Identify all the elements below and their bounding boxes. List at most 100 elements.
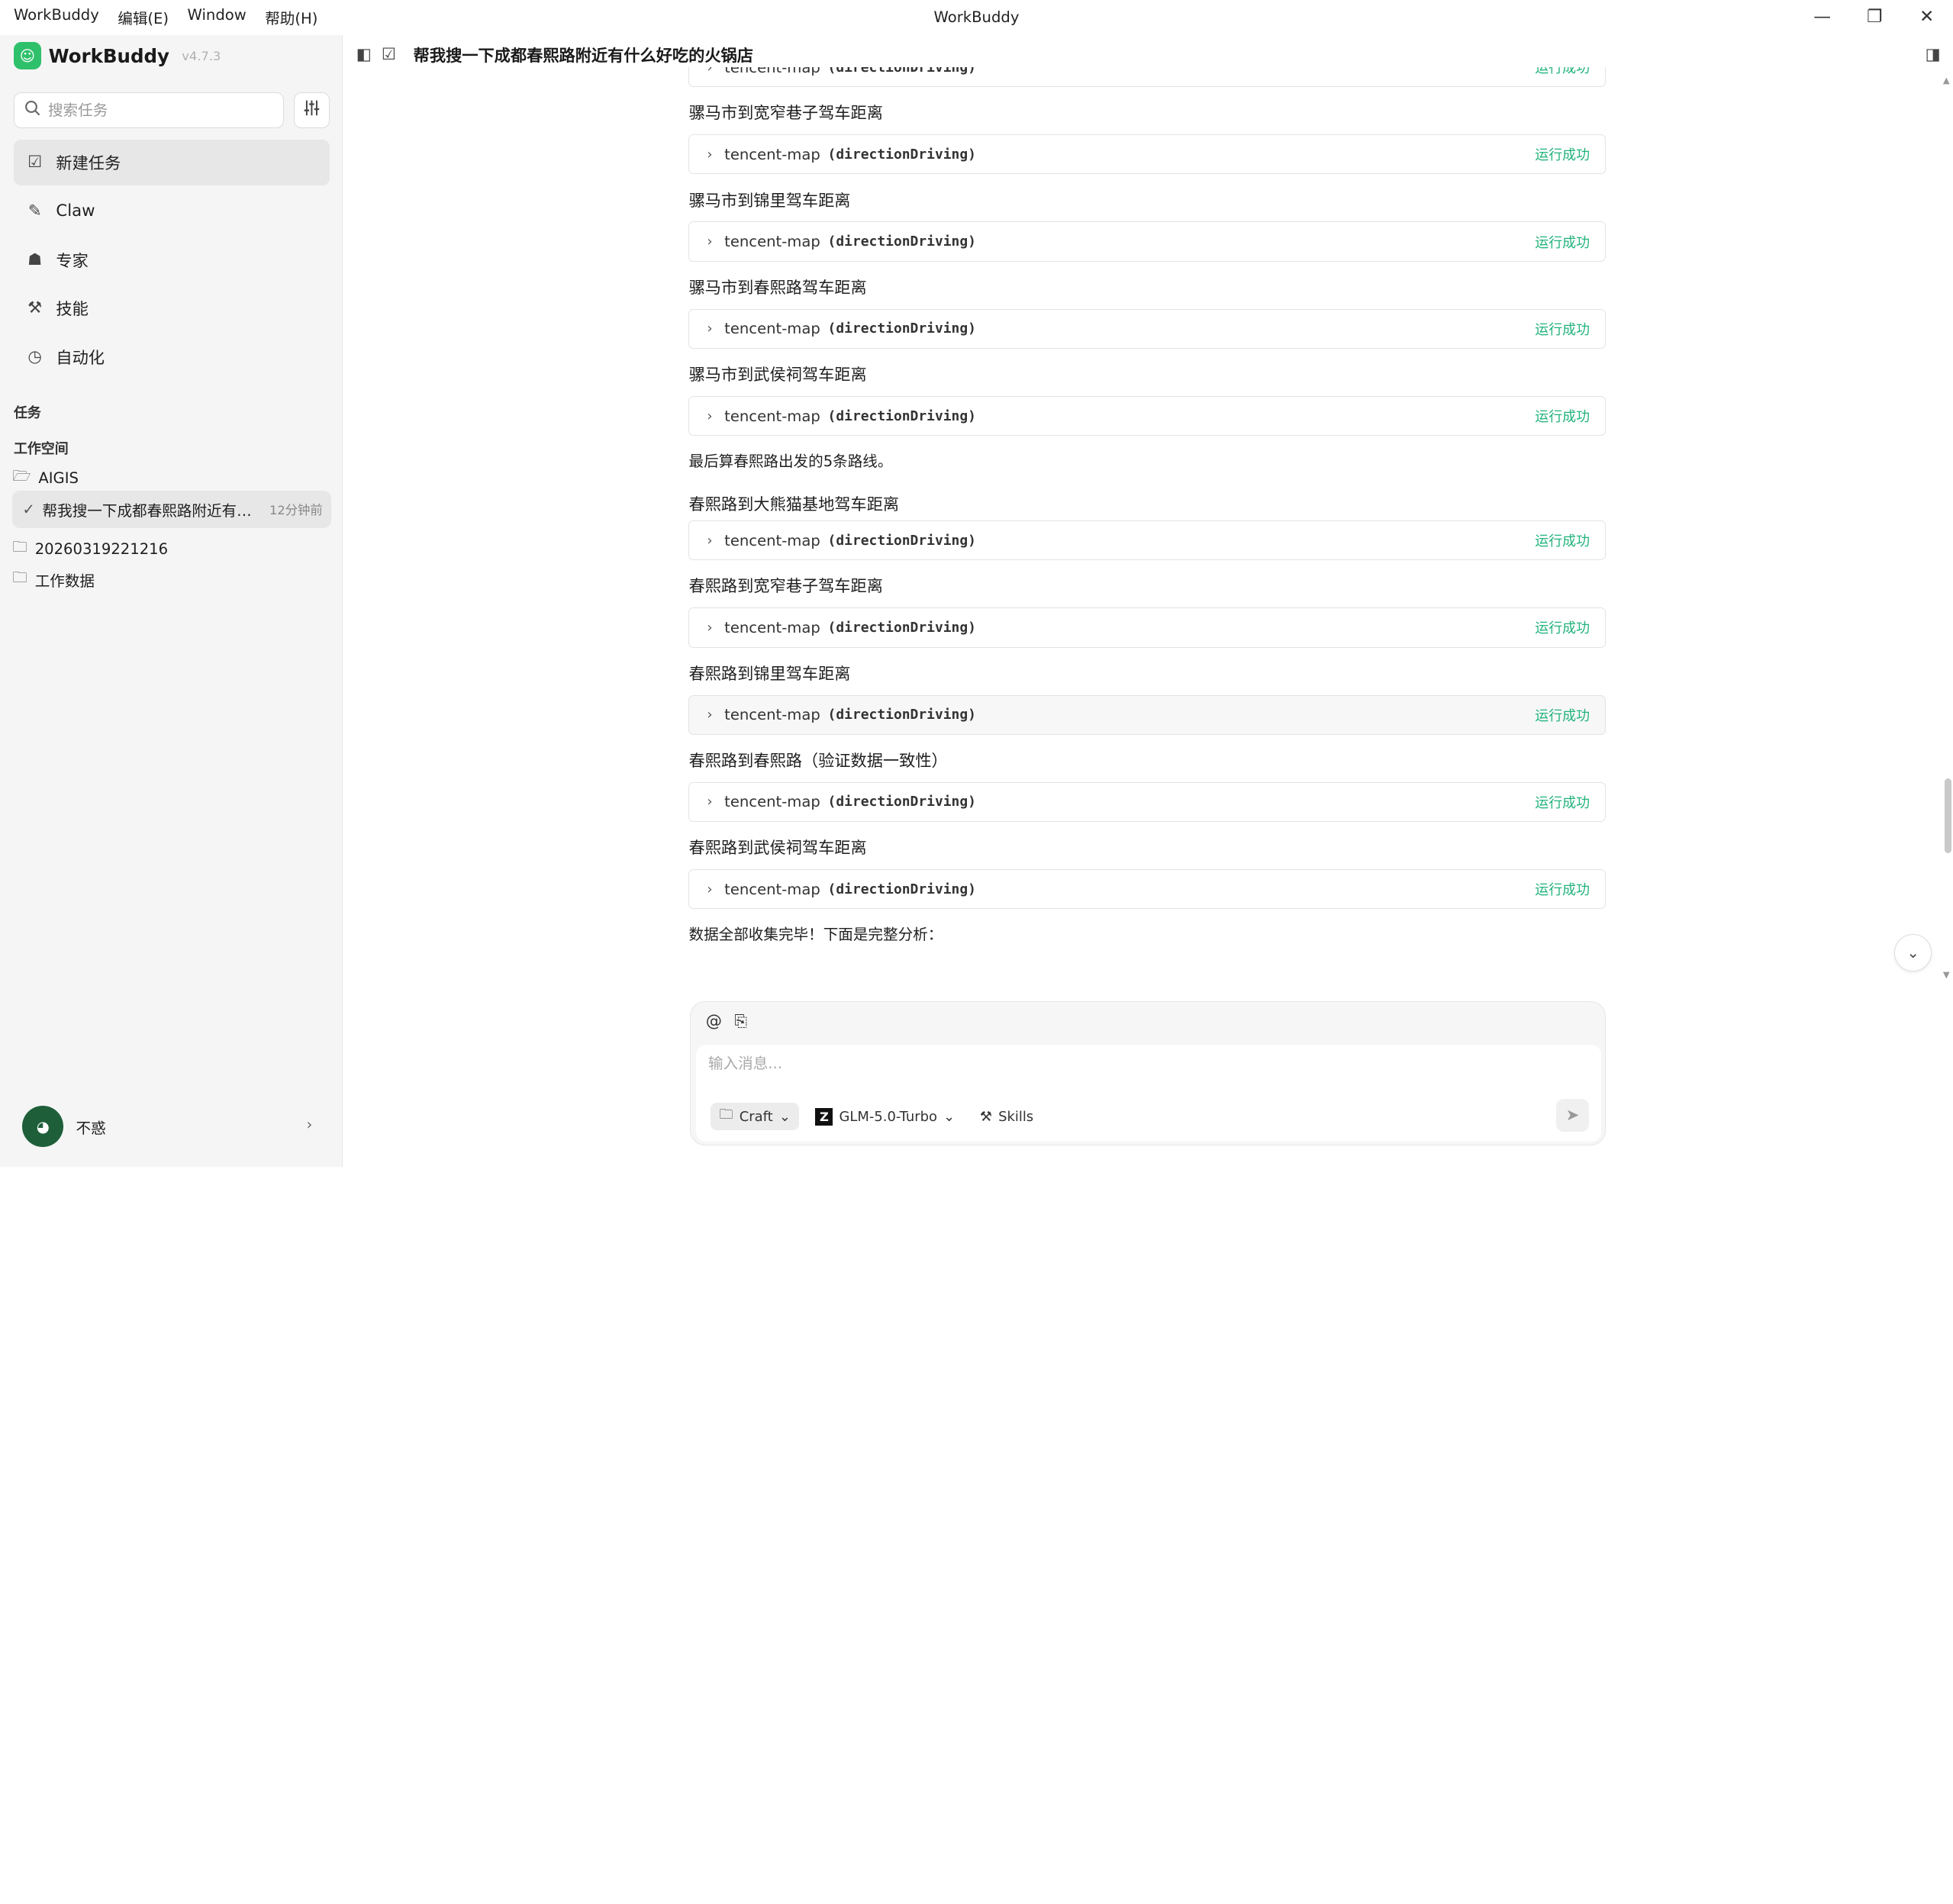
step-title: 春熙路到锦里驾车距离 (688, 664, 851, 684)
tool-call-card[interactable]: › tencent-map (directionDriving) 运行成功 (688, 395, 1606, 437)
composer-options: 🗀 Craft ⌄ Z GLM-5.0-Turbo ⌄ ⚒ Skills (711, 1103, 1042, 1131)
toggle-panel-icon[interactable]: ◨ (1926, 45, 1941, 64)
app-window: WorkBuddy 编辑(E) Window 帮助(H) WorkBuddy —… (0, 0, 1953, 1168)
folder-name: 20260319221216 (34, 540, 169, 559)
status-badge: 运行成功 (1535, 147, 1590, 164)
menu-workbuddy[interactable]: WorkBuddy (14, 6, 99, 28)
assistant-note: 数据全部收集完毕！下面是完整分析： (688, 925, 943, 943)
window-controls: — ❐ ✕ (1796, 0, 1953, 35)
status-badge: 运行成功 (1535, 321, 1590, 338)
chevron-right-icon: › (707, 321, 713, 337)
minimize-button[interactable]: — (1796, 0, 1848, 35)
chevron-down-icon: ⌄ (1906, 943, 1919, 962)
nav-label: 技能 (56, 300, 89, 320)
tool-call-card[interactable]: › tencent-map (directionDriving) 运行成功 (688, 607, 1606, 648)
sidebar-nav: ☑ 新建任务 ✎ Claw ☗ 专家 ⚒ 技能 ◷ 自动化 (13, 139, 330, 382)
workbuddy-logo-icon: ☺ (13, 42, 41, 70)
user-name: 不惑 (76, 1119, 106, 1137)
user-profile[interactable]: ◕ 不惑 (22, 1106, 106, 1148)
step-title: 春熙路到武侯祠驾车距离 (688, 839, 867, 859)
brand-name: WorkBuddy (48, 44, 169, 67)
status-badge: 运行成功 (1535, 882, 1590, 899)
tool-method: (directionDriving) (827, 321, 976, 337)
folder-work-data[interactable]: 🗀 工作数据 (12, 567, 95, 592)
tool-call-card[interactable]: › tencent-map (directionDriving) 运行成功 (688, 694, 1606, 735)
chevron-right-icon: › (707, 532, 713, 549)
brand-version: v4.7.3 (182, 48, 221, 63)
folder-20260319221216[interactable]: 🗀 20260319221216 (12, 536, 168, 562)
chevron-right-icon: › (707, 881, 713, 897)
folder-aigis[interactable]: 🗁 AIGIS (12, 466, 79, 491)
nav-skills[interactable]: ⚒ 技能 (14, 285, 330, 331)
nav-label: 自动化 (56, 348, 105, 368)
nav-automation[interactable]: ◷ 自动化 (14, 333, 330, 379)
skills-icon: ⚒ (27, 298, 43, 318)
message-composer: @ ⎘ 🗀 Craft ⌄ Z GLM-5.0-Turbo ⌄ ⚒ Skills (690, 1001, 1606, 1146)
mention-icon[interactable]: @ (706, 1012, 722, 1031)
tool-call-card[interactable]: › tencent-map (directionDriving) 运行成功 (688, 308, 1606, 349)
tool-name: tencent-map (724, 706, 820, 724)
skills-button[interactable]: ⚒ Skills (971, 1103, 1042, 1130)
tool-call-card[interactable]: › tencent-map (directionDriving) 运行成功 (688, 869, 1606, 910)
tool-name: tencent-map (724, 793, 820, 811)
status-badge: 运行成功 (1535, 620, 1590, 637)
status-badge: 运行成功 (1535, 533, 1590, 550)
attachment-icon[interactable]: ⎘ (734, 1012, 747, 1031)
send-icon: ➤ (1565, 1106, 1580, 1126)
chevron-right-icon[interactable]: › (306, 1116, 312, 1133)
mode-label: Craft (739, 1108, 773, 1125)
tool-call-card[interactable]: › tencent-map (directionDriving) 运行成功 (688, 221, 1606, 262)
scrollbar-thumb[interactable] (1944, 778, 1952, 853)
tool-method: (directionDriving) (827, 532, 976, 549)
mode-selector[interactable]: 🗀 Craft ⌄ (711, 1103, 800, 1131)
nav-claw[interactable]: ✎ Claw (14, 188, 330, 234)
tool-method: (directionDriving) (827, 146, 976, 163)
tool-method: (directionDriving) (827, 881, 976, 897)
tool-name: tencent-map (724, 233, 820, 251)
tool-method: (directionDriving) (827, 794, 976, 810)
close-button[interactable]: ✕ (1900, 0, 1953, 35)
menu-help[interactable]: 帮助(H) (265, 6, 317, 28)
task-time: 12分钟前 (269, 503, 323, 518)
tool-name: tencent-map (724, 531, 820, 549)
step-title: 春熙路到大熊猫基地驾车距离 (688, 495, 900, 514)
title-bar: WorkBuddy 编辑(E) Window 帮助(H) WorkBuddy —… (0, 0, 1953, 35)
avatar: ◕ (22, 1106, 64, 1148)
sidebar: ☺ WorkBuddy v4.7.3 ☑ 新建任务 ✎ Claw (0, 34, 343, 1168)
step-title: 骡马市到春熙路驾车距离 (688, 278, 867, 298)
message-input[interactable] (707, 1054, 1456, 1072)
tool-call-card[interactable]: › tencent-map (directionDriving) 运行成功 (688, 67, 1606, 88)
status-badge: 运行成功 (1535, 67, 1590, 77)
zhipu-logo-icon: Z (815, 1107, 833, 1126)
filter-button[interactable] (294, 92, 330, 129)
nav-expert[interactable]: ☗ 专家 (14, 237, 330, 282)
menu-window[interactable]: Window (188, 6, 247, 28)
scroll-to-bottom-button[interactable]: ⌄ (1894, 934, 1932, 971)
tool-name: tencent-map (724, 407, 820, 425)
chevron-right-icon: › (707, 707, 713, 723)
tool-method: (directionDriving) (827, 408, 976, 424)
search-icon (24, 98, 40, 121)
assistant-note: 最后算春熙路出发的5条路线。 (688, 452, 893, 470)
scroll-down-arrow-icon[interactable]: ▼ (1943, 969, 1950, 980)
tool-call-card[interactable]: › tencent-map (directionDriving) 运行成功 (688, 520, 1606, 561)
expert-icon: ☗ (27, 250, 43, 269)
menu-edit[interactable]: 编辑(E) (118, 6, 169, 28)
active-task-item[interactable]: ✓ 帮我搜一下成都春熙路附近有什么好吃的火锅店 12分钟前 (12, 490, 332, 528)
restore-button[interactable]: ❐ (1848, 0, 1901, 35)
collapse-sidebar-icon[interactable]: ◧ (356, 45, 372, 64)
new-task-icon: ☑ (27, 153, 43, 172)
tool-call-card[interactable]: › tencent-map (directionDriving) 运行成功 (688, 134, 1606, 175)
tool-method: (directionDriving) (827, 707, 976, 723)
nav-new-task[interactable]: ☑ 新建任务 (13, 139, 330, 186)
send-button[interactable]: ➤ (1556, 1099, 1589, 1132)
folder-icon: 🗀 (12, 538, 27, 556)
scroll-up-icon[interactable]: ▲ (1943, 75, 1950, 85)
chevron-right-icon: › (707, 146, 713, 163)
search-input[interactable] (47, 101, 260, 119)
clock-icon: ◷ (27, 346, 42, 366)
tool-call-card[interactable]: › tencent-map (directionDriving) 运行成功 (688, 781, 1606, 823)
nav-label: 新建任务 (56, 154, 121, 174)
step-title: 春熙路到宽窄巷子驾车距离 (688, 577, 883, 597)
model-selector[interactable]: Z GLM-5.0-Turbo ⌄ (807, 1103, 964, 1130)
